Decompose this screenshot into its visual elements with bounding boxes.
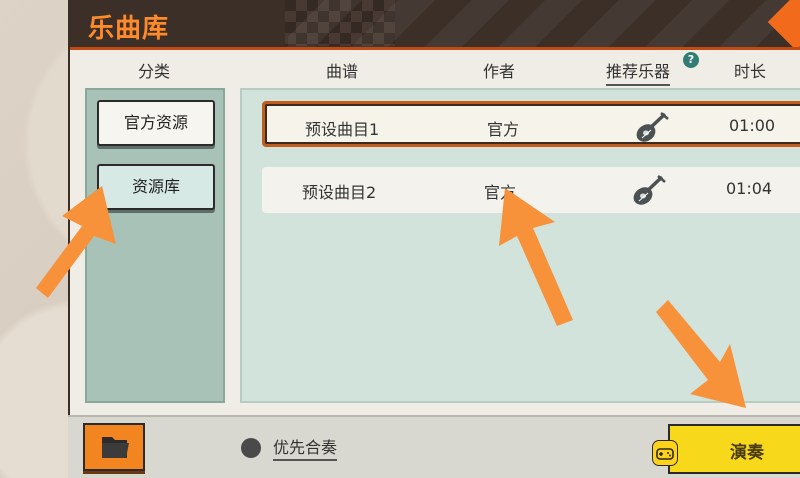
title-bar-stripes	[288, 0, 800, 47]
gamepad-icon	[652, 440, 678, 466]
column-header-score: 曲谱	[326, 62, 359, 81]
annotation-arrow-left	[36, 186, 116, 298]
annotation-arrow-middle	[499, 188, 573, 326]
song-row[interactable]: 预设曲目1 官方 01:00	[262, 101, 800, 147]
title-bar: 乐曲库	[70, 0, 800, 50]
play-button-label: 演奏	[730, 443, 764, 463]
song-author: 官方	[487, 120, 520, 139]
ensemble-toggle[interactable]	[241, 438, 261, 458]
column-header-recommended-instrument[interactable]: 推荐乐器	[606, 58, 671, 86]
annotation-arrow-right	[656, 300, 746, 408]
window-title: 乐曲库	[88, 14, 170, 44]
song-name: 预设曲目1	[305, 120, 380, 139]
category-official-resources[interactable]: 官方资源	[97, 100, 215, 146]
help-icon[interactable]: ?	[683, 52, 699, 68]
lute-icon	[633, 175, 666, 205]
song-duration: 01:00	[729, 116, 776, 135]
lute-icon	[636, 112, 669, 142]
folder-icon	[102, 437, 129, 458]
open-folder-button[interactable]	[83, 423, 145, 471]
play-button[interactable]: 演奏	[668, 424, 800, 474]
song-name: 预设曲目2	[302, 183, 377, 202]
column-header-category: 分类	[138, 62, 171, 81]
column-header-author: 作者	[483, 62, 516, 81]
ensemble-toggle-label[interactable]: 优先合奏	[273, 434, 338, 461]
column-header-duration: 时长	[734, 62, 767, 81]
song-duration: 01:04	[726, 179, 773, 198]
